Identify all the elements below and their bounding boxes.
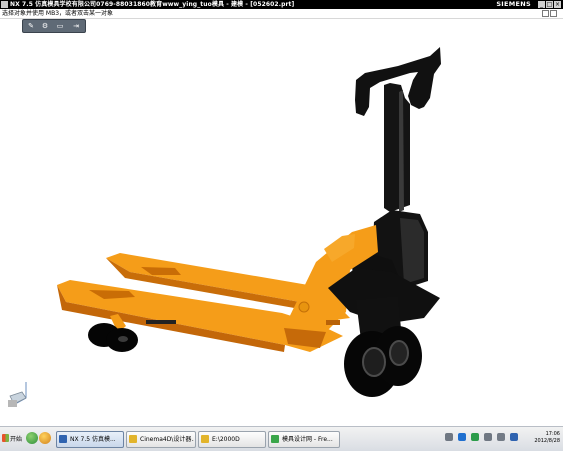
tray-icon[interactable] bbox=[471, 433, 479, 441]
wcs-triad-icon bbox=[8, 382, 27, 407]
fit-view-icon[interactable]: ⇥ bbox=[70, 22, 82, 30]
sketch-icon[interactable]: ✎ bbox=[26, 22, 36, 30]
start-label: 开始 bbox=[10, 436, 23, 443]
nx-app-icon[interactable] bbox=[1, 1, 8, 8]
pallet-jack-handle bbox=[355, 47, 441, 212]
gear-icon[interactable]: ⚙ bbox=[40, 22, 50, 30]
taskbar-item-folder[interactable]: E:\2000D bbox=[198, 431, 266, 448]
task-label: NX 7.5 仿真模... bbox=[70, 436, 116, 443]
clock-time: 17:06 bbox=[545, 431, 560, 437]
layout-icon[interactable] bbox=[542, 10, 549, 17]
task-label: 模具设计网 - Fre... bbox=[282, 436, 333, 443]
tray-icon[interactable] bbox=[510, 433, 518, 441]
maximize-button[interactable]: □ bbox=[546, 1, 553, 8]
close-button[interactable]: × bbox=[554, 1, 561, 8]
task-label: Cinema4D\设计器... bbox=[140, 436, 194, 443]
taskbar-item-folder[interactable]: Cinema4D\设计器... bbox=[126, 431, 196, 448]
windows-flag-icon bbox=[2, 434, 9, 442]
network-icon[interactable] bbox=[484, 433, 492, 441]
quick-launch-icon[interactable] bbox=[39, 432, 51, 444]
task-label: E:\2000D bbox=[212, 436, 240, 443]
cue-line: 选择对象并使用 MB3，或者双击某一对象 bbox=[0, 9, 563, 19]
folder-icon bbox=[129, 435, 137, 443]
minimize-button[interactable]: _ bbox=[538, 1, 545, 8]
start-button[interactable]: 开始 bbox=[1, 430, 23, 447]
title-bar: NX 7.5 仿真模具学校有限公司0769-88031860教育www_ying… bbox=[0, 0, 563, 9]
help-icon[interactable] bbox=[458, 433, 466, 441]
graphics-window[interactable] bbox=[0, 32, 563, 426]
clock-date: 2012/8/28 bbox=[534, 438, 560, 444]
cue-line-icons bbox=[541, 10, 561, 17]
view-frame-icon[interactable]: ▭ bbox=[54, 22, 66, 30]
view-toolbar: ✎ ⚙ ▭ ⇥ bbox=[22, 19, 86, 33]
clock[interactable]: 17:06 2012/8/28 bbox=[534, 431, 560, 445]
taskbar: 开始 NX 7.5 仿真模... Cinema4D\设计器... E:\2000… bbox=[0, 426, 563, 451]
quick-launch-icon[interactable] bbox=[26, 432, 38, 444]
taskbar-item-nx[interactable]: NX 7.5 仿真模... bbox=[56, 431, 124, 448]
taskbar-item-browser[interactable]: 模具设计网 - Fre... bbox=[268, 431, 340, 448]
siemens-logo: SIEMENS bbox=[496, 0, 531, 8]
tray-icon[interactable] bbox=[445, 433, 453, 441]
volume-icon[interactable] bbox=[497, 433, 505, 441]
status-prompt: 选择对象并使用 MB3，或者双击某一对象 bbox=[2, 10, 114, 17]
restore-icon[interactable] bbox=[550, 10, 557, 17]
nx-icon bbox=[59, 435, 67, 443]
window-title: NX 7.5 仿真模具学校有限公司0769-88031860教育www_ying… bbox=[10, 1, 295, 8]
browser-icon bbox=[271, 435, 279, 443]
folder-icon bbox=[201, 435, 209, 443]
system-tray: 17:06 2012/8/28 bbox=[441, 429, 563, 449]
